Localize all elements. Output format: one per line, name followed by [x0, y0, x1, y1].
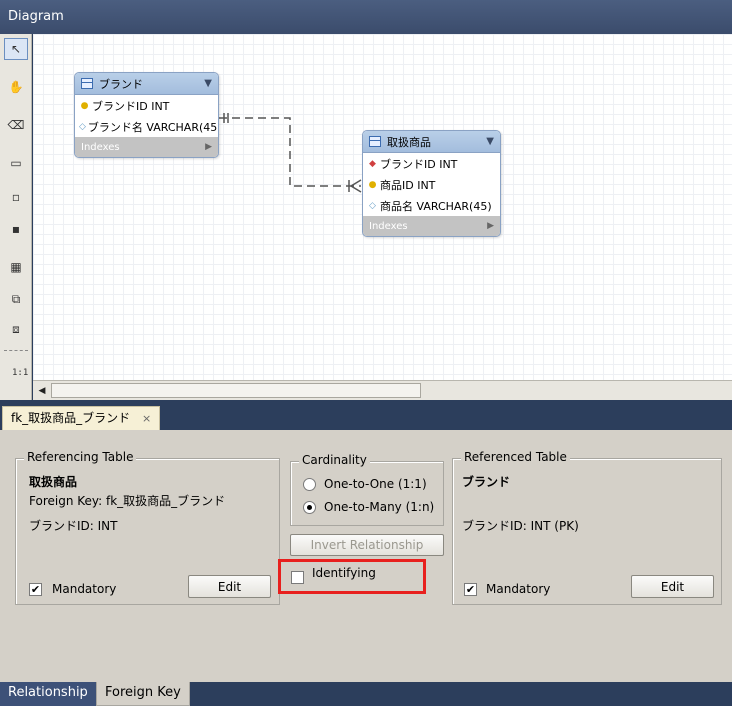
- one-to-many-radio[interactable]: [303, 501, 316, 514]
- entity-product-title: 取扱商品: [387, 135, 431, 149]
- entity-brand[interactable]: ブランド ▼ ● ブランドID INT ◇ ブランド名 VARCHAR(45) …: [74, 72, 219, 158]
- table-tool-icon[interactable]: ▦: [4, 256, 28, 278]
- entity-indexes[interactable]: Indexes ▶: [363, 216, 500, 236]
- referenced-column: ブランドID: INT (PK): [462, 519, 579, 533]
- note-tool-icon[interactable]: ▫: [4, 186, 28, 208]
- entity-column[interactable]: ◇ ブランド名 VARCHAR(45): [75, 116, 218, 137]
- primary-key-icon: ●: [80, 100, 89, 111]
- referenced-table-name: ブランド: [462, 475, 511, 489]
- pointer-tool-icon[interactable]: ↖: [4, 38, 28, 60]
- scrollbar-thumb[interactable]: [51, 383, 421, 398]
- tab-foreign-key[interactable]: Foreign Key: [96, 682, 190, 706]
- close-icon[interactable]: ×: [142, 412, 151, 425]
- referencing-column: ブランドID: INT: [29, 519, 118, 533]
- invert-relationship-button[interactable]: Invert Relationship: [290, 534, 444, 556]
- diagram-title: Diagram: [8, 9, 64, 24]
- one-to-one-label: One-to-One (1:1): [324, 477, 427, 491]
- group-legend: Cardinality: [299, 453, 370, 467]
- primary-key-icon: ●: [368, 179, 377, 190]
- entity-column[interactable]: ◇ 商品名 VARCHAR(45): [363, 195, 500, 216]
- entity-indexes[interactable]: Indexes ▶: [75, 137, 218, 157]
- edit-referencing-button[interactable]: Edit: [188, 575, 271, 598]
- layer-tool-icon[interactable]: ▭: [4, 152, 28, 174]
- tab-label: fk_取扱商品_ブランド: [11, 411, 131, 425]
- entity-column[interactable]: ● ブランドID INT: [75, 95, 218, 116]
- foreign-key-icon: ◆: [369, 158, 376, 169]
- group-legend: Referenced Table: [461, 450, 570, 464]
- routine-tool-icon[interactable]: ⧈: [4, 318, 28, 340]
- table-icon: [81, 78, 93, 89]
- mandatory-label: Mandatory: [486, 582, 551, 596]
- mandatory-label: Mandatory: [52, 582, 117, 596]
- collapse-triangle-icon[interactable]: ▼: [486, 136, 494, 147]
- eraser-tool-icon[interactable]: ⌫: [4, 114, 28, 136]
- editor-tab-strip: fk_取扱商品_ブランド ×: [0, 400, 732, 430]
- mandatory-checkbox[interactable]: ✔: [29, 583, 42, 596]
- expand-arrow-icon[interactable]: ▶: [205, 142, 212, 152]
- referencing-table-group: Referencing Table 取扱商品 Foreign Key: fk_取…: [15, 450, 280, 605]
- diagram-title-bar: Diagram: [0, 0, 732, 34]
- identifying-highlight-box: [278, 559, 426, 594]
- zoom-label: 1:1: [12, 368, 29, 378]
- entity-product-header[interactable]: 取扱商品 ▼: [363, 131, 500, 153]
- canvas-horizontal-scrollbar[interactable]: ◀: [33, 380, 732, 400]
- one-to-one-radio[interactable]: [303, 478, 316, 491]
- entity-brand-header[interactable]: ブランド ▼: [75, 73, 218, 95]
- referenced-table-group: Referenced Table ブランド ブランドID: INT (PK) ✔…: [452, 450, 722, 605]
- bottom-tab-bar: Relationship Foreign Key: [0, 682, 732, 706]
- image-tool-icon[interactable]: ▪: [4, 218, 28, 240]
- relationship-editor-panel: Referencing Table 取扱商品 Foreign Key: fk_取…: [0, 430, 732, 682]
- scroll-left-icon[interactable]: ◀: [35, 384, 49, 398]
- collapse-triangle-icon[interactable]: ▼: [204, 78, 212, 89]
- foreign-key-name: Foreign Key: fk_取扱商品_ブランド: [29, 494, 226, 508]
- column-icon: ◇: [79, 121, 86, 132]
- view-tool-icon[interactable]: ⧉: [4, 288, 28, 310]
- toolbox-separator: [4, 350, 28, 351]
- table-icon: [369, 136, 381, 147]
- entity-product[interactable]: 取扱商品 ▼ ◆ ブランドID INT ● 商品ID INT ◇ 商品名 VAR…: [362, 130, 501, 237]
- one-to-many-label: One-to-Many (1:n): [324, 500, 435, 514]
- entity-column[interactable]: ● 商品ID INT: [363, 174, 500, 195]
- group-legend: Referencing Table: [24, 450, 137, 464]
- entity-column[interactable]: ◆ ブランドID INT: [363, 153, 500, 174]
- referencing-table-name: 取扱商品: [29, 475, 78, 489]
- hand-tool-icon[interactable]: ✋: [4, 76, 28, 98]
- edit-referenced-button[interactable]: Edit: [631, 575, 714, 598]
- mandatory-checkbox[interactable]: ✔: [464, 583, 477, 596]
- diagram-toolbox: ↖ ✋ ⌫ ▭ ▫ ▪ ▦ ⧉ ⧈ 1:1: [0, 34, 32, 400]
- tab-relationship-editor[interactable]: fk_取扱商品_ブランド ×: [2, 406, 161, 430]
- expand-arrow-icon[interactable]: ▶: [487, 221, 494, 231]
- diagram-canvas[interactable]: ブランド ▼ ● ブランドID INT ◇ ブランド名 VARCHAR(45) …: [33, 34, 732, 380]
- tab-relationship[interactable]: Relationship: [0, 682, 96, 706]
- cardinality-group: Cardinality One-to-One (1:1) One-to-Many…: [290, 453, 444, 526]
- entity-brand-title: ブランド: [99, 77, 143, 91]
- column-icon: ◇: [369, 200, 376, 211]
